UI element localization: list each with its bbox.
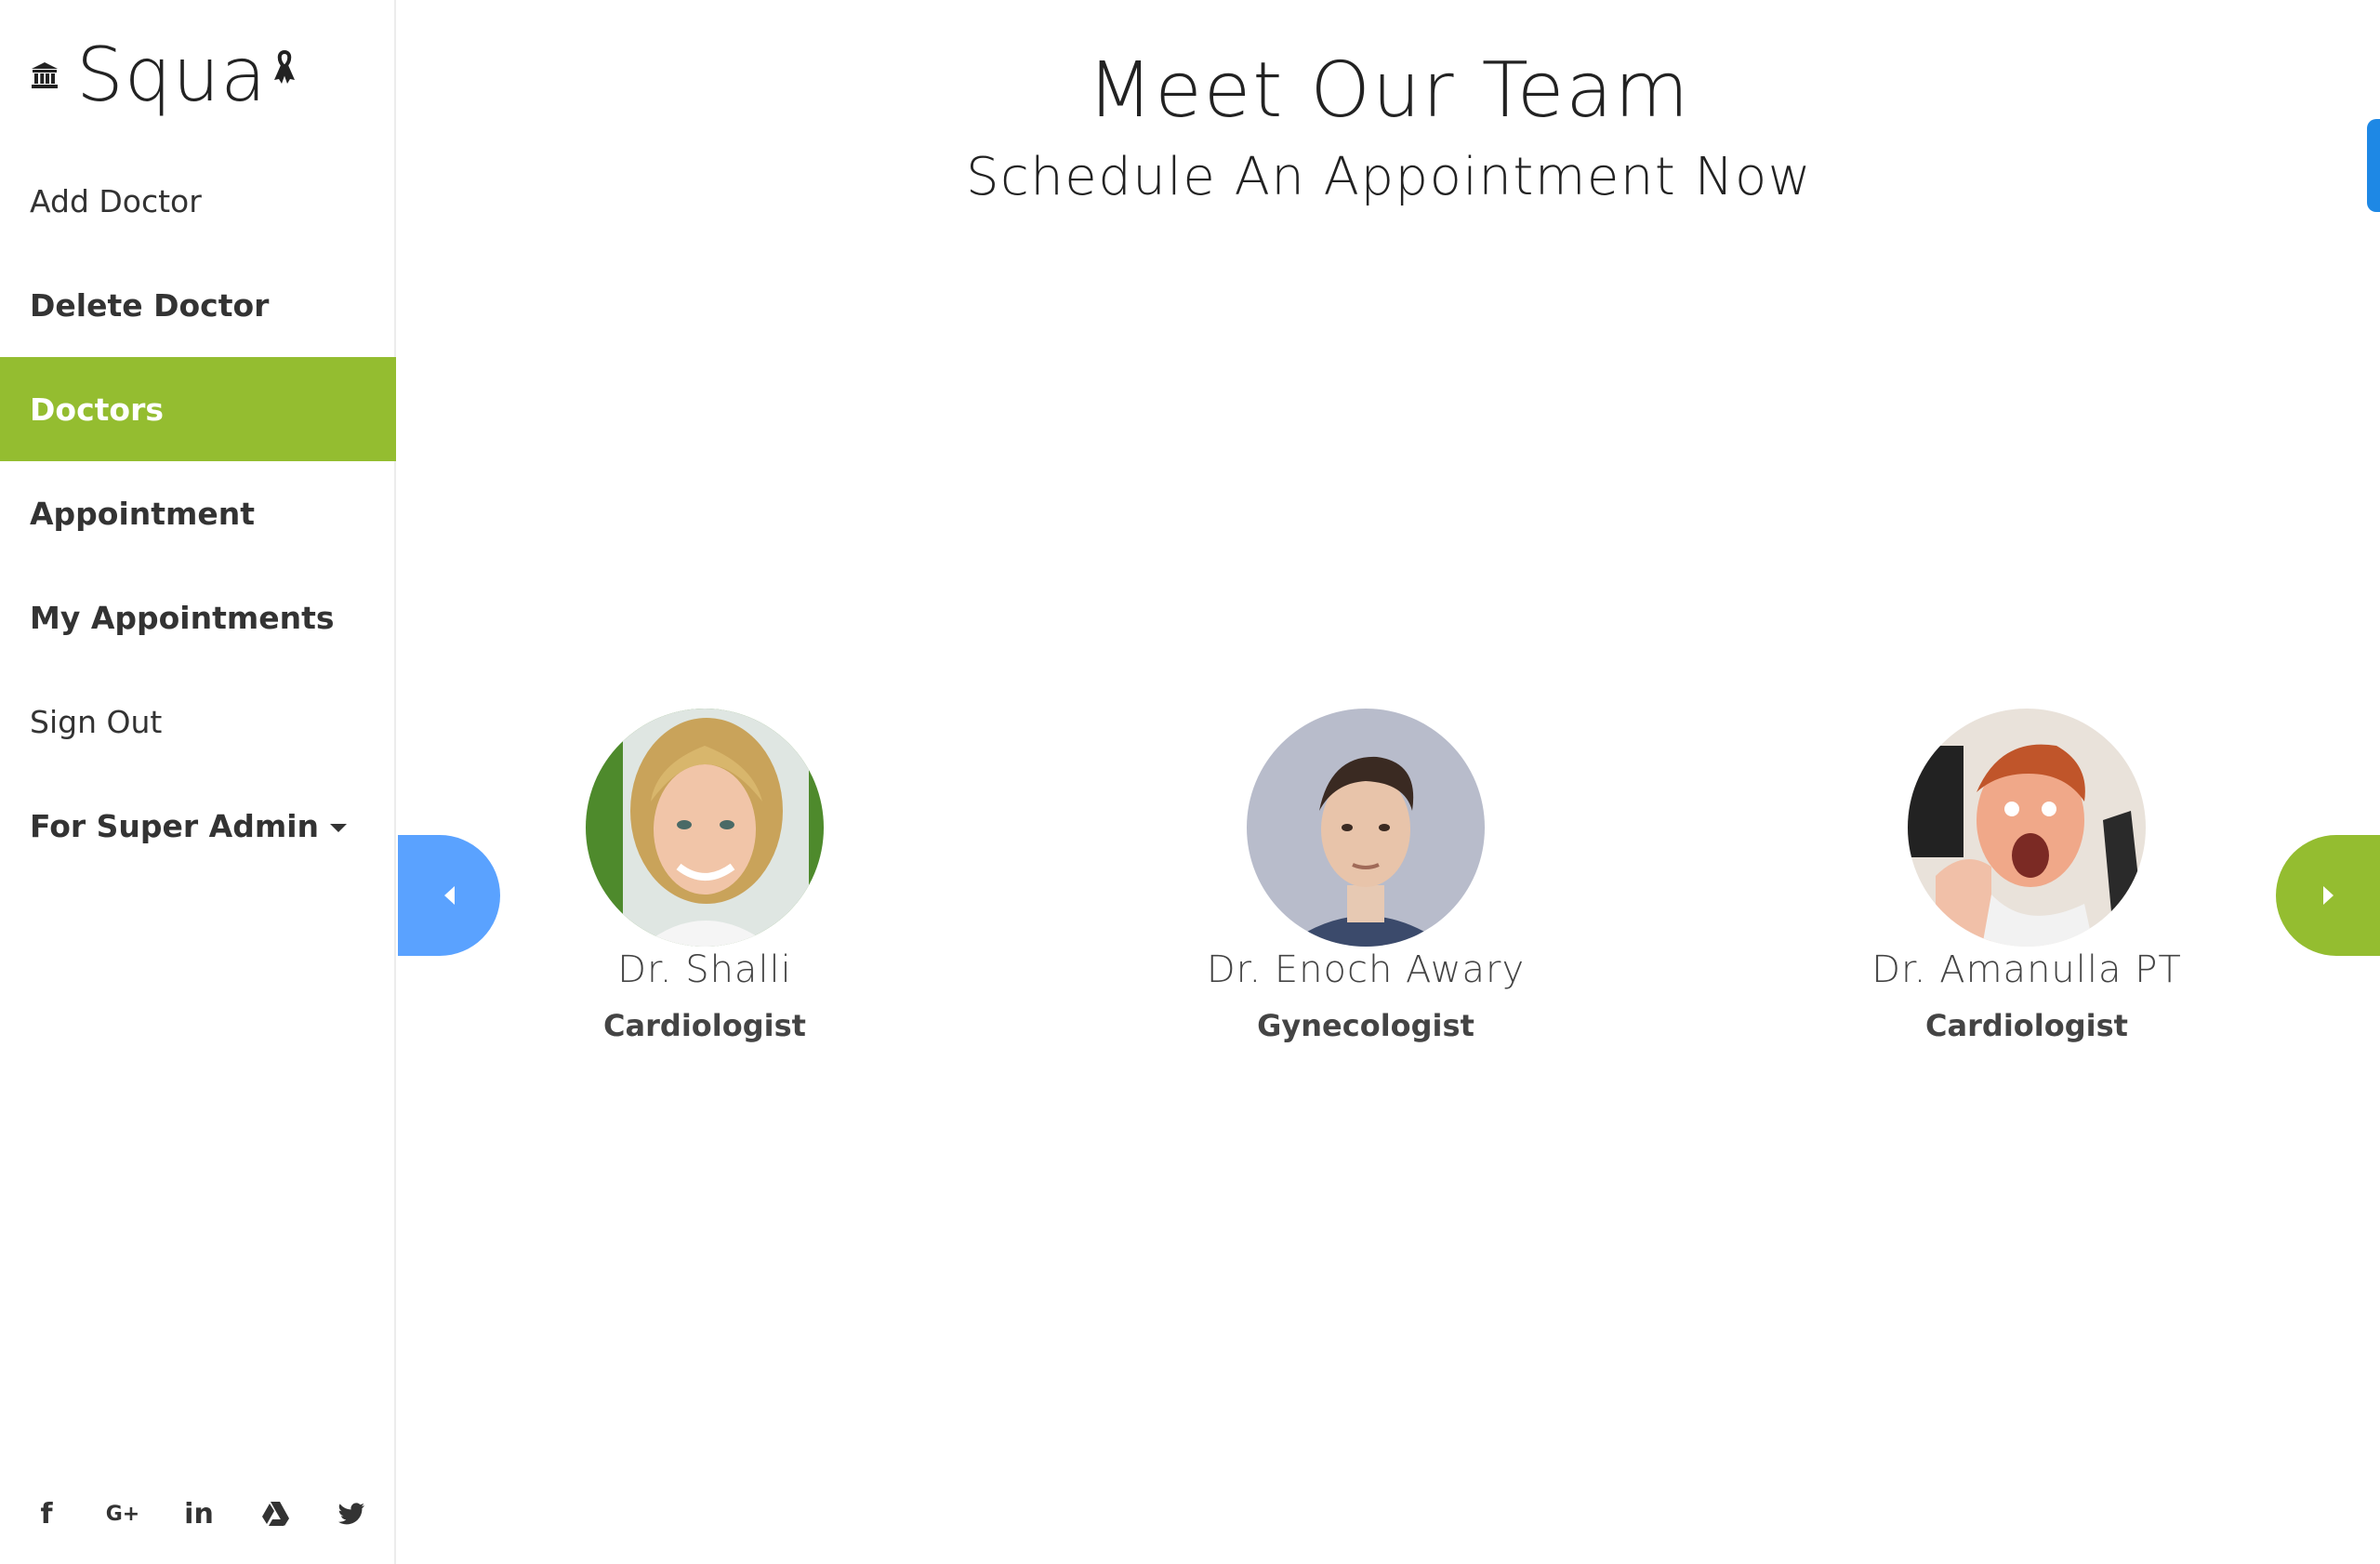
sidebar-item-label: Sign Out [30, 703, 163, 740]
sidebar: Squa Add Doctor Delete Doctor Doctors Ap… [0, 0, 396, 1564]
sidebar-item-add-doctor[interactable]: Add Doctor [0, 149, 396, 253]
main-content: Meet Our Team Schedule An Appointment No… [398, 0, 2380, 1564]
sidebar-nav: Add Doctor Delete Doctor Doctors Appoint… [0, 149, 396, 878]
sidebar-item-label: Doctors [30, 391, 164, 428]
doctor-card[interactable]: Dr. Amanulla PT Cardiologist [1794, 709, 2259, 1043]
sidebar-item-label: Delete Doctor [30, 286, 270, 324]
sidebar-item-super-admin-dropdown[interactable]: For Super Admin [0, 774, 396, 878]
linkedin-icon[interactable]: in [180, 1495, 218, 1532]
ribbon-icon [274, 49, 296, 84]
doctor-specialty: Cardiologist [1925, 1008, 2128, 1043]
doctor-card[interactable]: Dr. Enoch Awary Gynecologist [1133, 709, 1598, 1043]
sidebar-item-label: For Super Admin [30, 807, 320, 844]
doctor-specialty: Gynecologist [1257, 1008, 1474, 1043]
side-tab-handle[interactable] [2367, 119, 2380, 212]
sidebar-item-delete-doctor[interactable]: Delete Doctor [0, 253, 396, 357]
sidebar-item-doctors[interactable]: Doctors [0, 357, 396, 461]
carousel-next-button[interactable] [2276, 835, 2380, 956]
sidebar-item-my-appointments[interactable]: My Appointments [0, 565, 396, 669]
sidebar-item-label: Appointment [30, 495, 256, 532]
sidebar-item-label: My Appointments [30, 599, 335, 636]
sidebar-item-label: Add Doctor [30, 182, 202, 219]
facebook-icon[interactable]: f [28, 1495, 65, 1532]
page-subtitle: Schedule An Appointment Now [965, 147, 1813, 207]
google-plus-icon[interactable]: G+ [104, 1495, 141, 1532]
doctor-card[interactable]: Dr. Shalli Cardiologist [472, 709, 937, 1043]
doctor-avatar [1247, 709, 1485, 947]
google-drive-icon[interactable] [257, 1495, 294, 1532]
doctor-avatar [586, 709, 824, 947]
doctor-name: Dr. Amanulla PT [1871, 948, 2182, 991]
sidebar-item-sign-out[interactable]: Sign Out [0, 669, 396, 774]
doctor-avatar [1908, 709, 2146, 947]
bank-icon [32, 62, 58, 88]
sidebar-item-appointment[interactable]: Appointment [0, 461, 396, 565]
doctor-name: Dr. Shalli [617, 948, 792, 991]
social-links: f G+ in [28, 1495, 409, 1532]
twitter-icon[interactable] [333, 1495, 370, 1532]
caret-down-icon [330, 823, 348, 832]
brand-name: Squa [76, 32, 268, 118]
caret-left-icon [443, 886, 455, 905]
caret-right-icon [2322, 886, 2334, 905]
doctor-specialty: Cardiologist [603, 1008, 806, 1043]
doctor-name: Dr. Enoch Awary [1206, 948, 1526, 991]
brand-logo[interactable]: Squa [30, 33, 298, 117]
page-title: Meet Our Team [1087, 46, 1691, 135]
